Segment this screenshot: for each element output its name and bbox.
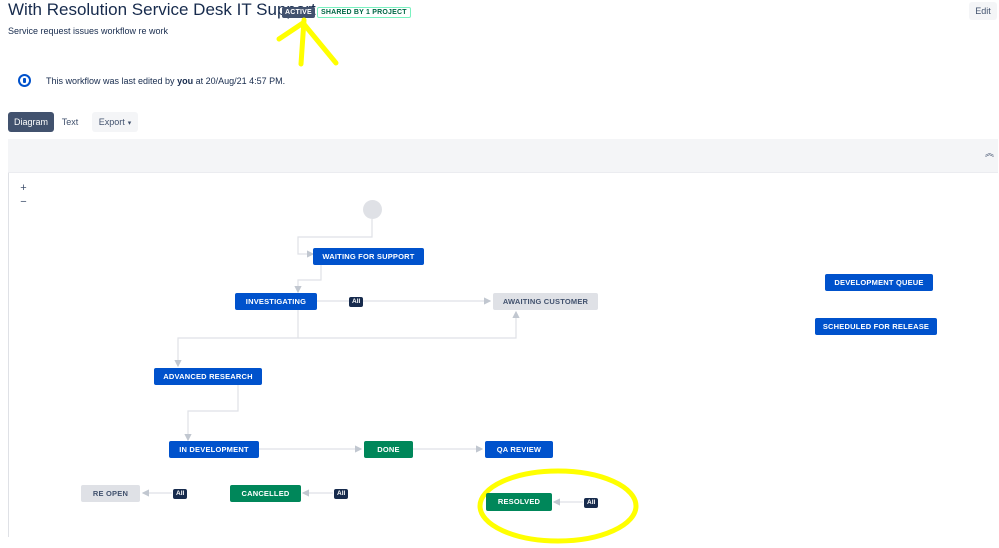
collapse-chevron-up-icon[interactable]: ︽ [985, 149, 994, 158]
status-qa-review[interactable]: QA REVIEW [485, 441, 553, 458]
annotation-arrow-shaft [298, 17, 307, 67]
status-awaiting-customer[interactable]: AWAITING CUSTOMER [493, 293, 598, 310]
export-dropdown[interactable]: Export ▾ [92, 112, 138, 132]
transition-all-badge[interactable]: All [334, 489, 349, 499]
status-re-open[interactable]: RE OPEN [81, 485, 140, 502]
last-edited-message: This workflow was last edited by you at … [46, 76, 285, 86]
info-icon [18, 74, 31, 87]
status-waiting-for-support[interactable]: WAITING FOR SUPPORT [313, 248, 424, 265]
zoom-in-button[interactable]: + [17, 182, 30, 195]
workflow-description: Service request issues workflow re work [8, 26, 169, 36]
annotation-arrow-head [276, 20, 339, 66]
tab-diagram[interactable]: Diagram [8, 112, 54, 132]
status-development-queue[interactable]: DEVELOPMENT QUEUE [825, 274, 933, 291]
chevron-down-icon: ▾ [127, 120, 132, 127]
page-title: With Resolution Service Desk IT Support [8, 0, 316, 19]
status-resolved[interactable]: RESOLVED [486, 493, 552, 511]
workflow-diagram-canvas[interactable] [8, 139, 998, 537]
tab-text[interactable]: Text [56, 112, 84, 132]
export-label: Export [98, 117, 125, 127]
last-edited-suffix: at 20/Aug/21 4:57 PM. [193, 76, 286, 86]
status-scheduled-for-release[interactable]: SCHEDULED FOR RELEASE [815, 318, 937, 335]
status-in-development[interactable]: IN DEVELOPMENT [169, 441, 259, 458]
transition-all-badge[interactable]: All [349, 297, 364, 307]
edit-button[interactable]: Edit [969, 2, 997, 20]
active-badge: ACTIVE [282, 7, 315, 18]
last-edited-prefix: This workflow was last edited by [46, 76, 178, 86]
status-advanced-research[interactable]: ADVANCED RESEARCH [154, 368, 262, 385]
transition-all-badge[interactable]: All [173, 489, 188, 499]
workflow-start-node [363, 200, 382, 219]
status-investigating[interactable]: INVESTIGATING [235, 293, 317, 310]
status-cancelled[interactable]: CANCELLED [230, 485, 301, 502]
last-edited-user: you [177, 76, 194, 86]
zoom-out-button[interactable]: − [17, 196, 30, 209]
shared-projects-badge[interactable]: SHARED BY 1 PROJECT [317, 7, 411, 18]
status-done[interactable]: DONE [364, 441, 413, 458]
transition-all-badge[interactable]: All [584, 498, 599, 508]
diagram-toolbar [8, 139, 998, 173]
